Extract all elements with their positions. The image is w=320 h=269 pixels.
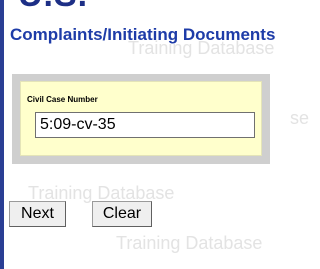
case-number-panel: Civil Case Number <box>12 74 270 164</box>
page-title: Complaints/Initiating Documents <box>10 25 276 44</box>
header-banner-text: U.S. <box>18 0 88 15</box>
watermark-text: Training Database <box>116 233 263 253</box>
clear-button[interactable]: Clear <box>92 201 152 227</box>
header-banner: U.S. <box>4 0 316 22</box>
case-number-label: Civil Case Number <box>27 95 98 104</box>
watermark-text-fragment: se <box>290 108 310 128</box>
left-border <box>0 0 4 269</box>
next-button[interactable]: Next <box>9 201 66 227</box>
case-number-input[interactable] <box>35 112 255 138</box>
case-number-field-box: Civil Case Number <box>20 81 262 156</box>
